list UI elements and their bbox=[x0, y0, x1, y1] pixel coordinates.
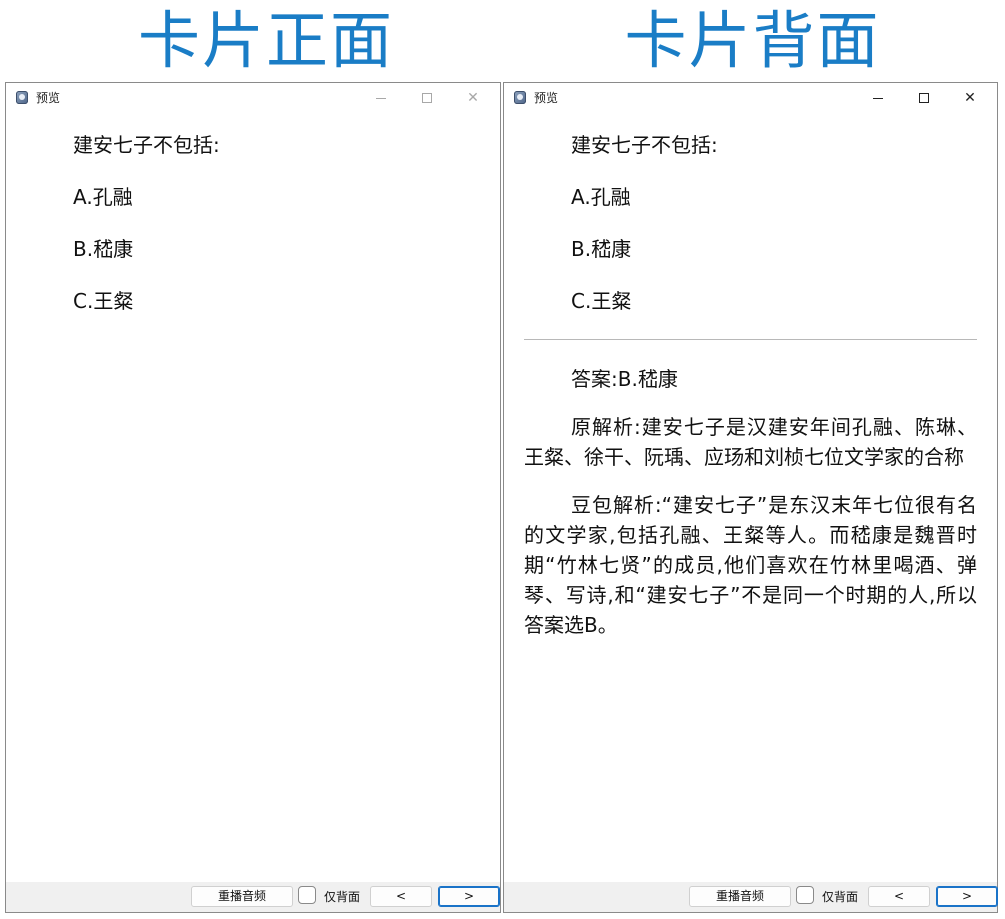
card-front-content: 建安七子不包括: A.孔融 B.嵇康 C.王粲 bbox=[26, 131, 480, 339]
title-bar[interactable]: 预览 ✕ bbox=[6, 83, 500, 113]
back-only-label[interactable]: 仅背面 bbox=[324, 888, 360, 906]
title-bar[interactable]: 预览 ✕ bbox=[504, 83, 997, 113]
question-text: 建安七子不包括: bbox=[73, 133, 220, 157]
option-a: A.孔融 bbox=[73, 185, 133, 209]
close-icon: ✕ bbox=[964, 90, 976, 106]
option-b: B.嵇康 bbox=[73, 237, 134, 261]
minimize-icon bbox=[873, 97, 883, 99]
app-icon bbox=[514, 91, 526, 104]
option-a: A.孔融 bbox=[571, 185, 631, 209]
prev-button[interactable]: < bbox=[868, 886, 930, 907]
prev-button[interactable]: < bbox=[370, 886, 432, 907]
close-button[interactable]: ✕ bbox=[947, 83, 993, 113]
answer-text: 答案:B.嵇康 bbox=[571, 367, 678, 391]
maximize-button[interactable] bbox=[404, 83, 450, 113]
minimize-button[interactable] bbox=[358, 83, 404, 113]
replay-audio-button[interactable]: 重播音频 bbox=[191, 886, 293, 907]
window-title: 预览 bbox=[36, 91, 61, 105]
maximize-icon bbox=[919, 93, 929, 103]
front-heading: 卡片正面 bbox=[137, 4, 394, 77]
close-button[interactable]: ✕ bbox=[450, 83, 496, 113]
window-title: 预览 bbox=[534, 91, 559, 105]
footer-bar: 重播音频 仅背面 < > bbox=[504, 882, 998, 912]
original-analysis: 原解析:建安七子是汉建安年间孔融、陈琳、王粲、徐干、阮瑀、应玚和刘桢七位文学家的… bbox=[524, 415, 977, 469]
back-only-checkbox[interactable] bbox=[796, 886, 814, 904]
back-only-checkbox[interactable] bbox=[298, 886, 316, 904]
question-text: 建安七子不包括: bbox=[571, 133, 718, 157]
card-back-content: 建安七子不包括: A.孔融 B.嵇康 C.王粲 答案:B.嵇康 原解析:建安七子… bbox=[524, 131, 977, 658]
back-only-label[interactable]: 仅背面 bbox=[822, 888, 858, 906]
option-b: B.嵇康 bbox=[571, 237, 632, 261]
close-icon: ✕ bbox=[467, 90, 479, 106]
preview-window-back: 预览 ✕ 建安七子不包括: A.孔融 B.嵇康 C.王粲 答案:B.嵇康 原解析… bbox=[503, 82, 998, 913]
back-heading: 卡片背面 bbox=[624, 4, 881, 77]
option-c: C.王粲 bbox=[73, 289, 134, 313]
answer-divider bbox=[524, 339, 977, 340]
comparison-stage: 卡片正面 卡片背面 预览 ✕ 建安七子不包括: A.孔融 B.嵇康 C.王粲 重… bbox=[0, 0, 1005, 919]
app-icon bbox=[16, 91, 28, 104]
option-c: C.王粲 bbox=[571, 289, 632, 313]
maximize-icon bbox=[422, 93, 432, 103]
minimize-button[interactable] bbox=[855, 83, 901, 113]
footer-bar: 重播音频 仅背面 < > bbox=[6, 882, 500, 912]
replay-audio-button[interactable]: 重播音频 bbox=[689, 886, 791, 907]
maximize-button[interactable] bbox=[901, 83, 947, 113]
next-button[interactable]: > bbox=[936, 886, 998, 907]
minimize-icon bbox=[376, 97, 386, 99]
doubao-analysis: 豆包解析:“建安七子”是东汉末年七位很有名的文学家,包括孔融、王粲等人。而嵇康是… bbox=[524, 493, 977, 637]
preview-window-front: 预览 ✕ 建安七子不包括: A.孔融 B.嵇康 C.王粲 重播音频 仅背面 < … bbox=[5, 82, 501, 913]
next-button[interactable]: > bbox=[438, 886, 500, 907]
